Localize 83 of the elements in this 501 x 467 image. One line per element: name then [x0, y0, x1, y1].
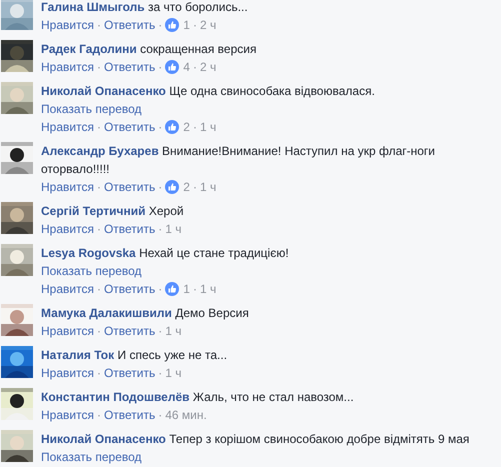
separator-dot: · [96, 221, 101, 238]
comment-text: Мамука Далакишвили Демо Версия [41, 305, 250, 322]
timestamp[interactable]: 46 мин. [165, 406, 207, 424]
author-link[interactable]: Наталия Ток [41, 348, 114, 362]
author-link[interactable]: Мамука Далакишвили [41, 306, 172, 320]
thumbs-up-icon [165, 18, 180, 32]
separator-dot: · [158, 179, 162, 196]
thumbs-up-icon [165, 120, 180, 134]
separator-dot: · [158, 407, 162, 424]
action-link[interactable]: Нравится [41, 178, 94, 196]
like-count: 1 [183, 281, 190, 298]
author-link[interactable]: Николай Опанасенко [41, 432, 166, 446]
thumbs-up-icon [165, 180, 180, 194]
separator-dot: · [158, 281, 162, 298]
action-link[interactable]: Ответить [104, 178, 156, 196]
action-link[interactable]: Ответить [104, 364, 156, 382]
action-link[interactable]: Нравится [41, 322, 94, 340]
timestamp[interactable]: 1 ч [165, 220, 182, 238]
action-link[interactable]: Ответить [104, 220, 156, 238]
separator-dot: · [96, 179, 101, 196]
timestamp[interactable]: 1 ч [200, 118, 216, 136]
timestamp[interactable]: 2 ч [200, 16, 216, 34]
timestamp[interactable]: 1 ч [200, 280, 216, 298]
action-link[interactable]: Нравится [41, 58, 94, 76]
action-link[interactable]: Ответить [104, 118, 156, 136]
comment-text: Сергій Тертичний Херой [41, 203, 185, 220]
action-link[interactable]: Нравится [41, 280, 94, 298]
comment-text: Галина Шмыголь за что боролись... [41, 0, 249, 16]
separator-dot: · [192, 281, 197, 298]
separator-dot: · [158, 119, 162, 136]
separator-dot: · [96, 17, 101, 34]
author-link[interactable]: Сергій Тертичний [41, 204, 146, 218]
timestamp[interactable]: 2 ч [200, 58, 216, 76]
separator-dot: · [96, 407, 101, 424]
author-link[interactable]: Александр Бухарев [41, 144, 159, 158]
separator-dot: · [158, 17, 162, 34]
like-count: 1 [183, 17, 190, 34]
author-link[interactable]: Николай Опанасенко [41, 84, 166, 98]
comment-text: Александр Бухарев Внимание!Внимание! Наступил на укр флаг-ноги оторвало!!!!! [41, 143, 436, 178]
timestamp[interactable]: 1 ч [200, 178, 216, 196]
action-link[interactable]: Ответить [104, 406, 156, 424]
author-link[interactable]: Галина Шмыголь [41, 0, 145, 14]
separator-dot: · [192, 59, 197, 76]
thumbs-up-icon [165, 282, 180, 296]
separator-dot: · [96, 119, 101, 136]
translate-link[interactable]: Показать перевод [41, 264, 142, 278]
action-link[interactable]: Нравится [41, 364, 94, 382]
timestamp[interactable]: 1 ч [165, 364, 182, 382]
action-link[interactable]: Ответить [104, 322, 156, 340]
separator-dot: · [96, 365, 101, 382]
like-count: 2 [183, 119, 190, 136]
like-count: 2 [183, 179, 190, 196]
separator-dot: · [192, 17, 197, 34]
comment-text: Радек Гадолини сокращенная версия [41, 41, 258, 58]
author-link[interactable]: Радек Гадолини [41, 42, 137, 56]
action-link[interactable]: Ответить [104, 280, 156, 298]
author-link[interactable]: Константин Подошвелёв [41, 390, 190, 404]
action-link[interactable]: Ответить [104, 58, 156, 76]
comment-text: Наталия Ток И спесь уже не та... [41, 347, 228, 364]
separator-dot: · [158, 365, 162, 382]
separator-dot: · [96, 59, 101, 76]
separator-dot: · [96, 323, 101, 340]
timestamp[interactable]: 1 ч [165, 322, 182, 340]
separator-dot: · [158, 221, 162, 238]
separator-dot: · [192, 119, 197, 136]
comment-text: Константин Подошвелёв Жаль, что не стал навозом... [41, 389, 355, 406]
separator-dot: · [96, 281, 101, 298]
separator-dot: · [158, 59, 162, 76]
action-link[interactable]: Нравится [41, 220, 94, 238]
thumbs-up-icon [165, 60, 180, 74]
comment-text: Николай Опанасенко Тепер з корішом свинособакою добре відмітять 9 мая [41, 431, 470, 448]
action-link[interactable]: Нравится [41, 118, 94, 136]
translate-link[interactable]: Показать перевод [41, 450, 142, 464]
separator-dot: · [192, 179, 197, 196]
separator-dot: · [158, 323, 162, 340]
action-link[interactable]: Ответить [104, 16, 156, 34]
action-link[interactable]: Нравится [41, 16, 94, 34]
translate-link[interactable]: Показать перевод [41, 102, 142, 116]
comment-text: Lesya Rogovska Нехай це стане традицією! [41, 245, 290, 262]
author-link[interactable]: Lesya Rogovska [41, 246, 136, 260]
action-link[interactable]: Нравится [41, 406, 94, 424]
like-count: 4 [183, 59, 190, 76]
comment-text: Николай Опанасенко Ще одна свинособака відвоювалася. [41, 83, 376, 100]
